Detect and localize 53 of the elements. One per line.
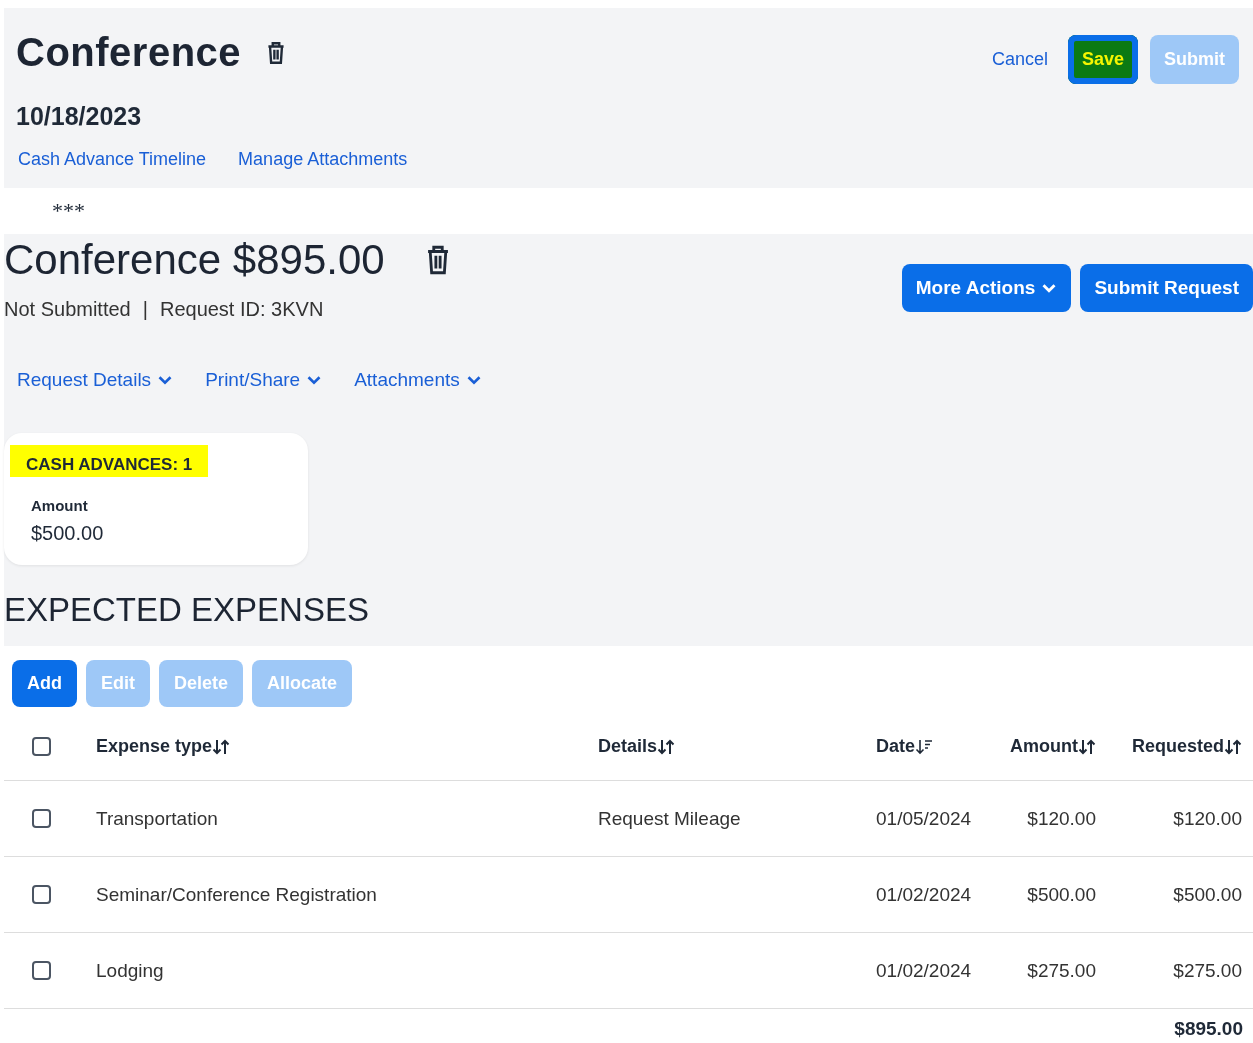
table-cell: $275.00	[1027, 959, 1096, 982]
table-cell: Request Mileage	[598, 807, 741, 829]
row-checkbox[interactable]	[32, 809, 51, 828]
table-cell: $500.00	[1027, 883, 1096, 906]
divider-text: |	[142, 298, 148, 321]
report-date: 10/18/2023	[16, 102, 143, 131]
request-title: Conference $895.00	[4, 236, 385, 284]
table-cell: $120.00	[1173, 807, 1242, 830]
submit-request-button[interactable]: Submit Request	[1080, 264, 1253, 312]
sort-icon	[212, 737, 231, 756]
amount-label: Amount	[31, 497, 89, 514]
menu-dropdown[interactable]: Attachments	[354, 369, 482, 391]
total-amount: $895.00	[1174, 1018, 1243, 1039]
chevron-icon	[465, 374, 482, 386]
more-actions-button[interactable]: More Actions	[901, 264, 1072, 312]
cancel-link[interactable]: Cancel	[983, 49, 1056, 70]
table-cell: $275.00	[1173, 959, 1242, 982]
table-cell: 01/02/2024	[876, 883, 972, 905]
sort-descending-icon	[915, 737, 933, 756]
separator-text: ***	[52, 198, 85, 224]
status-text: Not Submitted	[4, 298, 131, 321]
column-header[interactable]: Details	[598, 736, 676, 757]
toolbar-button[interactable]: Add	[12, 660, 77, 707]
column-header[interactable]: Amount	[1010, 736, 1096, 757]
section-title: EXPECTED EXPENSES	[4, 591, 370, 629]
table-cell: 01/02/2024	[876, 959, 972, 981]
column-header[interactable]: Requested	[1131, 736, 1242, 757]
select-all-checkbox[interactable]	[32, 737, 51, 756]
header-link[interactable]: Manage Attachments	[238, 149, 408, 170]
chevron-icon	[306, 374, 323, 386]
save-button[interactable]: Save	[1067, 35, 1138, 84]
table-cell: Transportation	[96, 807, 218, 829]
row-checkbox[interactable]	[32, 885, 51, 904]
menu-dropdown[interactable]: Request Details	[17, 369, 174, 391]
header-link[interactable]: Cash Advance Timeline	[18, 149, 207, 170]
table-cell: 01/05/2024	[876, 807, 972, 829]
menu-dropdown[interactable]: Print/Share	[205, 369, 323, 391]
sort-icon	[657, 737, 676, 756]
sort-icon	[1224, 737, 1242, 756]
table-cell: $500.00	[1173, 883, 1242, 906]
request-id: Request ID: 3KVN	[159, 298, 324, 321]
report-title: Conference	[16, 30, 242, 75]
row-checkbox[interactable]	[32, 961, 51, 980]
table-cell: Seminar/Conference Registration	[96, 883, 377, 905]
table-cell: Lodging	[96, 959, 164, 981]
chevron-icon	[157, 374, 174, 386]
table-cell: $120.00	[1027, 807, 1096, 830]
amount-value: $500.00	[31, 522, 105, 545]
column-header[interactable]: Date	[876, 736, 933, 757]
sort-icon	[1078, 737, 1096, 756]
cash-advances-title: CASH ADVANCES: 1	[10, 445, 209, 477]
column-header[interactable]: Expense type	[96, 736, 231, 757]
chevron-icon	[1041, 282, 1058, 294]
